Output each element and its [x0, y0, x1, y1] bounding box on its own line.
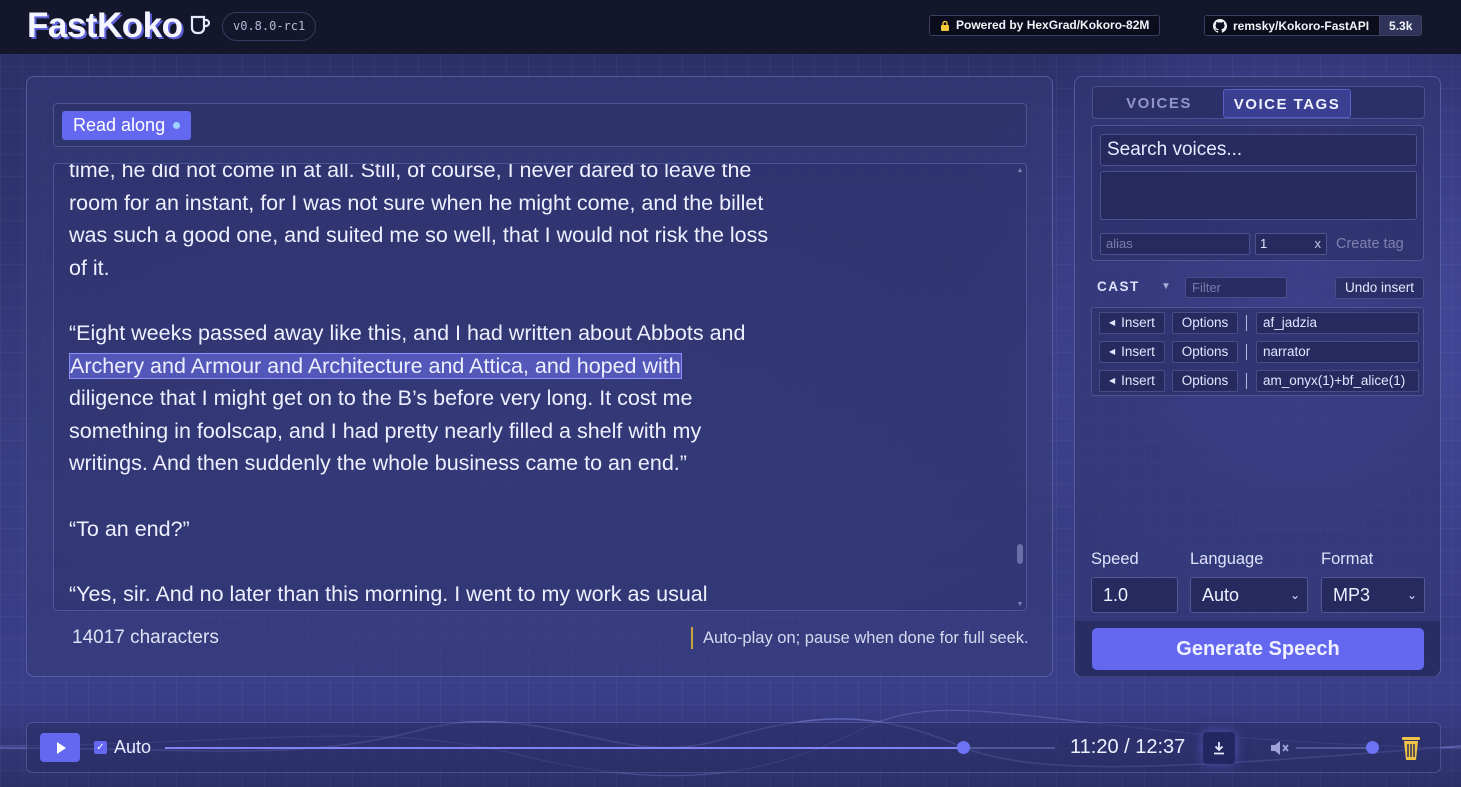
github-repo-link[interactable]: remsky/Kokoro-FastAPI [1205, 16, 1380, 35]
chevron-down-icon[interactable]: ▼ [1161, 281, 1171, 292]
cup-icon [190, 15, 211, 35]
auto-label: Auto [114, 737, 152, 757]
insert-label: Insert [1121, 315, 1155, 330]
language-label: Language [1190, 550, 1264, 568]
cast-list: ◀ Insert Options af_jadzia ◀ Insert Option… [1091, 307, 1424, 396]
chevron-down-icon: ⌄ [1406, 588, 1417, 602]
download-button[interactable] [1203, 732, 1235, 764]
character-count: 14017 characters [72, 627, 219, 648]
editor-panel: Read along time, he did not come in at a… [26, 76, 1053, 677]
insert-label: Insert [1121, 344, 1155, 359]
text-content: time, he did not come in at all. Still, … [69, 163, 769, 610]
create-tag-button[interactable]: Create tag [1336, 233, 1404, 255]
options-button[interactable]: Options [1172, 341, 1238, 363]
tab-voices[interactable]: VOICES [1113, 89, 1205, 118]
arrow-left-icon: ◀ [1109, 347, 1116, 356]
read-along-highlight: Archery and Armour and Architecture and … [69, 352, 682, 379]
weight-input[interactable]: 1 x [1255, 233, 1327, 255]
play-icon [56, 741, 66, 754]
list-item: ◀ Insert Options am_onyx(1)+bf_alice(1) [1099, 370, 1419, 392]
version-badge: v0.8.0-rc1 [222, 12, 317, 41]
format-value: MP3 [1333, 585, 1371, 605]
undo-insert-button[interactable]: Undo insert [1335, 277, 1424, 299]
cast-label[interactable]: CAST [1097, 279, 1140, 294]
powered-by-text: Powered by HexGrad/Kokoro-82M [956, 18, 1150, 32]
lock-icon [941, 20, 949, 31]
read-along-bar: Read along [53, 103, 1027, 147]
voice-tabs: VOICES VOICE TAGS [1092, 86, 1425, 119]
brand-logo[interactable]: FastKoko [27, 6, 183, 46]
insert-label: Insert [1121, 373, 1155, 388]
read-along-indicator [173, 122, 181, 129]
trash-icon[interactable] [1398, 734, 1424, 762]
volume-knob[interactable] [1366, 741, 1379, 754]
language-value: Auto [1202, 585, 1240, 605]
app-header: FastKoko v0.8.0-rc1 Powered by HexGrad/K… [0, 0, 1461, 54]
voice-combination-area[interactable] [1100, 171, 1417, 220]
arrow-left-icon: ◀ [1109, 376, 1116, 385]
divider [1246, 315, 1247, 331]
weight-value: 1 [1260, 236, 1268, 251]
progress-knob[interactable] [957, 741, 970, 754]
cast-tag-field[interactable]: am_onyx(1)+bf_alice(1) [1256, 370, 1419, 392]
github-badge[interactable]: remsky/Kokoro-FastAPI 5.3k [1204, 15, 1423, 36]
speed-label: Speed [1091, 550, 1139, 568]
chevron-down-icon: ⌄ [1289, 588, 1300, 602]
github-repo-name: remsky/Kokoro-FastAPI [1233, 18, 1370, 33]
options-button[interactable]: Options [1172, 312, 1238, 334]
paragraph-line: “Eight weeks passed away like this, and … [69, 320, 746, 345]
insert-button[interactable]: ◀ Insert [1099, 312, 1165, 334]
voice-panel: VOICES VOICE TAGS Search voices... alias… [1074, 76, 1441, 677]
time-display: 11:20 / 12:37 [1070, 736, 1186, 758]
cast-filter-input[interactable]: Filter [1185, 277, 1287, 298]
paragraph-line: diligence that I might get on to the B’s… [69, 386, 702, 476]
paragraph: “To an end?” [69, 516, 190, 541]
scroll-thumb[interactable] [1017, 544, 1023, 564]
generate-speech-button[interactable]: Generate Speech [1092, 628, 1424, 670]
autoplay-note: Auto-play on; pause when done for full s… [691, 627, 1029, 649]
github-stars[interactable]: 5.3k [1379, 16, 1422, 35]
tab-voice-tags[interactable]: VOICE TAGS [1223, 89, 1351, 118]
powered-by-badge[interactable]: Powered by HexGrad/Kokoro-82M [929, 15, 1161, 36]
download-icon [1214, 742, 1224, 755]
clear-weight-button[interactable]: x [1315, 234, 1322, 254]
scrollbar[interactable]: ▲ ▼ [1016, 167, 1024, 608]
progress-fill [165, 747, 963, 749]
divider [1246, 373, 1247, 389]
text-input-area[interactable]: time, he did not come in at all. Still, … [53, 163, 1027, 611]
options-button[interactable]: Options [1172, 370, 1238, 392]
generate-area: Generate Speech [1075, 621, 1440, 677]
scroll-down-icon[interactable]: ▼ [1016, 601, 1024, 608]
alias-input[interactable]: alias [1100, 233, 1250, 255]
format-label: Format [1321, 550, 1374, 568]
audio-player: ✓ Auto 11:20 / 12:37 [26, 722, 1441, 773]
progress-slider[interactable] [165, 741, 1055, 754]
voice-tag-builder: Search voices... alias 1 x Create tag [1091, 125, 1424, 261]
insert-button[interactable]: ◀ Insert [1099, 341, 1165, 363]
speed-input[interactable]: 1.0 [1091, 577, 1178, 613]
format-select[interactable]: MP3 ⌄ [1321, 577, 1425, 613]
cast-tag-field[interactable]: narrator [1256, 341, 1419, 363]
paragraph: “Yes, sir. And no later than this mornin… [69, 581, 708, 606]
github-icon [1213, 18, 1227, 33]
list-item: ◀ Insert Options narrator [1099, 341, 1419, 363]
search-voices-input[interactable]: Search voices... [1100, 134, 1417, 166]
play-button[interactable] [40, 733, 80, 762]
language-select[interactable]: Auto ⌄ [1190, 577, 1308, 613]
mute-icon[interactable] [1268, 737, 1290, 759]
divider [1246, 344, 1247, 360]
cast-tag-field[interactable]: af_jadzia [1256, 312, 1419, 334]
scroll-up-icon[interactable]: ▲ [1016, 167, 1024, 174]
list-item: ◀ Insert Options af_jadzia [1099, 312, 1419, 334]
arrow-left-icon: ◀ [1109, 318, 1116, 327]
volume-slider[interactable] [1296, 747, 1374, 749]
read-along-button[interactable]: Read along [62, 111, 192, 140]
read-along-label: Read along [73, 115, 166, 135]
paragraph: time, he did not come in at all. Still, … [69, 163, 769, 280]
paragraph: “Eight weeks passed away like this, and … [69, 317, 769, 480]
insert-button[interactable]: ◀ Insert [1099, 370, 1165, 392]
auto-checkbox[interactable]: ✓ [94, 741, 107, 754]
